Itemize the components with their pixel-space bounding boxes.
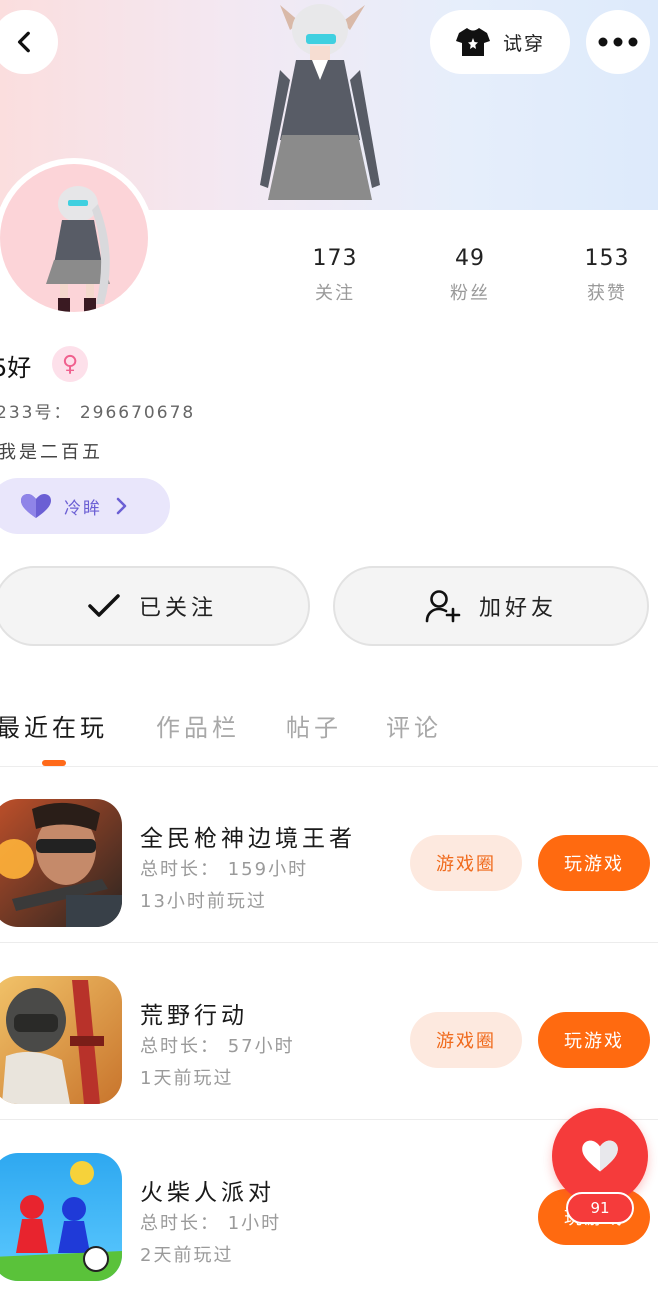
- more-dots-icon: [598, 37, 638, 47]
- stat-likes[interactable]: 153 获赞: [552, 246, 658, 305]
- game-name[interactable]: 全民枪神边境王者: [140, 819, 356, 853]
- stat-following-count: 173: [312, 246, 358, 271]
- game-last-played: 1天前玩过: [140, 1068, 234, 1089]
- tab-recently-played[interactable]: 最近在玩: [0, 708, 108, 743]
- username: 5好: [0, 354, 32, 382]
- tab-works[interactable]: 作品栏: [156, 708, 240, 743]
- game-name[interactable]: 火柴人派对: [140, 1173, 275, 1207]
- user-id: 233号： 296670678: [0, 403, 196, 423]
- chevron-left-icon: [17, 31, 30, 53]
- add-user-icon: [425, 590, 461, 623]
- try-on-label: 试穿: [502, 32, 545, 55]
- game-play-time: 总时长： 159小时: [140, 859, 309, 880]
- stat-fans-label: 粉丝: [450, 283, 490, 304]
- stat-fans-count: 49: [455, 246, 485, 271]
- game-play-time: 总时长： 57小时: [140, 1036, 295, 1057]
- game-play-time: 总时长： 1小时: [140, 1213, 282, 1234]
- avatar-character-illustration: [46, 186, 110, 312]
- avatar[interactable]: [0, 158, 154, 318]
- stat-fans[interactable]: 49 粉丝: [415, 246, 525, 305]
- play-game-button[interactable]: 玩游戏: [538, 835, 650, 891]
- avatar-image: [0, 164, 148, 312]
- banner-character-illustration: [260, 4, 380, 200]
- try-on-button[interactable]: 试穿: [430, 10, 570, 74]
- stat-following-label: 关注: [315, 283, 355, 304]
- cp-partner-name: 冷眸: [64, 498, 102, 519]
- add-friend-label: 加好友: [478, 596, 557, 621]
- heart-icon: [582, 1140, 618, 1172]
- game-last-played: 13小时前玩过: [140, 891, 267, 912]
- female-gender-icon: ♀: [52, 346, 88, 382]
- stat-following[interactable]: 173 关注: [280, 246, 390, 305]
- row-divider: [0, 1119, 658, 1120]
- tab-posts[interactable]: 帖子: [286, 708, 342, 743]
- heart-icon: [21, 494, 51, 518]
- followed-button[interactable]: 已关注: [0, 566, 310, 646]
- shooter-game-icon: [0, 799, 122, 927]
- profile-tabs: 最近在玩 作品栏 帖子 评论: [0, 700, 658, 766]
- game-last-played: 2天前玩过: [140, 1245, 234, 1266]
- stat-likes-label: 获赞: [587, 283, 627, 304]
- row-divider: [0, 942, 658, 943]
- game-circle-button[interactable]: 游戏圈: [410, 1012, 522, 1068]
- stat-likes-count: 153: [584, 246, 630, 271]
- play-game-button[interactable]: 玩游戏: [538, 1012, 650, 1068]
- checkmark-icon: [88, 594, 120, 617]
- game-row[interactable]: 全民枪神边境王者 总时长： 159小时 13小时前玩过 游戏圈 玩游戏: [0, 767, 658, 943]
- tab-comments[interactable]: 评论: [386, 708, 442, 743]
- like-count-badge: 91: [566, 1192, 634, 1224]
- chevron-right-icon: [116, 497, 127, 515]
- battle-royale-game-icon: [0, 976, 122, 1104]
- game-circle-button[interactable]: 游戏圈: [410, 835, 522, 891]
- stickman-party-game-icon: [0, 1153, 122, 1281]
- cp-relationship-button[interactable]: 冷眸: [0, 478, 170, 534]
- add-friend-button[interactable]: 加好友: [333, 566, 649, 646]
- game-name[interactable]: 荒野行动: [140, 996, 248, 1030]
- more-button[interactable]: [586, 10, 650, 74]
- like-button[interactable]: [552, 1108, 648, 1204]
- shirt-icon: [455, 28, 490, 56]
- followed-label: 已关注: [138, 596, 217, 621]
- user-bio: 我是二百五: [0, 442, 103, 463]
- game-row[interactable]: 荒野行动 总时长： 57小时 1天前玩过 游戏圈 玩游戏: [0, 944, 658, 1120]
